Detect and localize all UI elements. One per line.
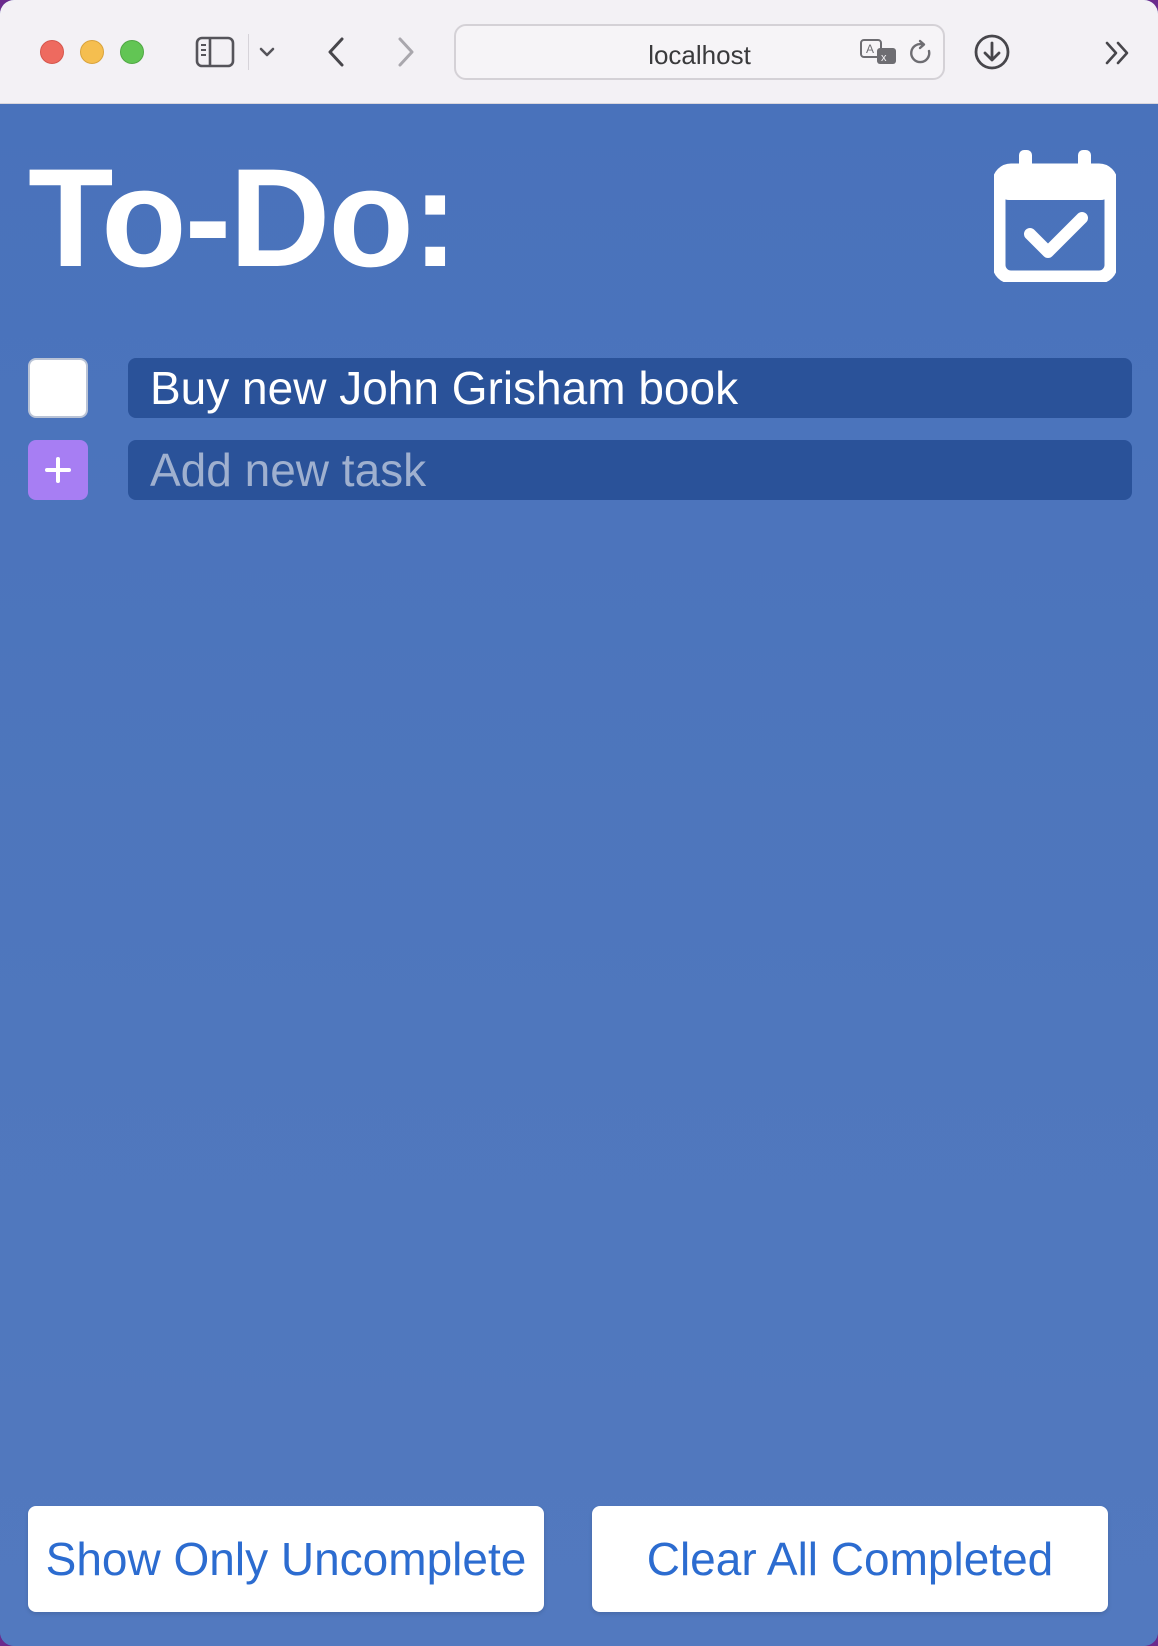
chevron-down-icon[interactable] [256,38,278,66]
close-window-button[interactable] [40,40,64,64]
plus-icon [45,457,71,483]
reload-icon[interactable] [906,36,936,70]
svg-text:x: x [881,52,887,64]
todo-app: To-Do: Buy new John Grisham book Add new… [0,104,1158,1646]
add-task-button[interactable] [28,440,88,500]
task-checkbox[interactable] [28,358,88,418]
browser-window: localhost A x To-Do: Buy new John Grisha… [0,0,1158,1646]
download-icon[interactable] [972,30,1012,74]
address-bar[interactable]: localhost A x [454,24,945,80]
chevron-left-icon[interactable] [318,32,354,72]
task-text[interactable]: Buy new John Grisham book [128,358,1132,418]
calendar-check-icon [992,150,1118,284]
sidebar-icon[interactable] [194,34,236,70]
double-chevron-right-icon[interactable] [1100,36,1136,70]
clear-all-completed-button[interactable]: Clear All Completed [592,1506,1108,1612]
task-row: Buy new John Grisham book [28,358,1132,418]
svg-text:A: A [866,42,874,56]
new-task-input[interactable] [128,440,1132,500]
browser-toolbar: localhost A x [0,0,1158,104]
page-title: To-Do: [28,139,459,296]
translate-icon[interactable]: A x [858,38,900,68]
zoom-window-button[interactable] [120,40,144,64]
new-task-row [28,440,1132,500]
minimize-window-button[interactable] [80,40,104,64]
show-only-uncomplete-button[interactable]: Show Only Uncomplete [28,1506,544,1612]
chevron-right-icon[interactable] [388,32,424,72]
toolbar-divider [248,34,249,70]
